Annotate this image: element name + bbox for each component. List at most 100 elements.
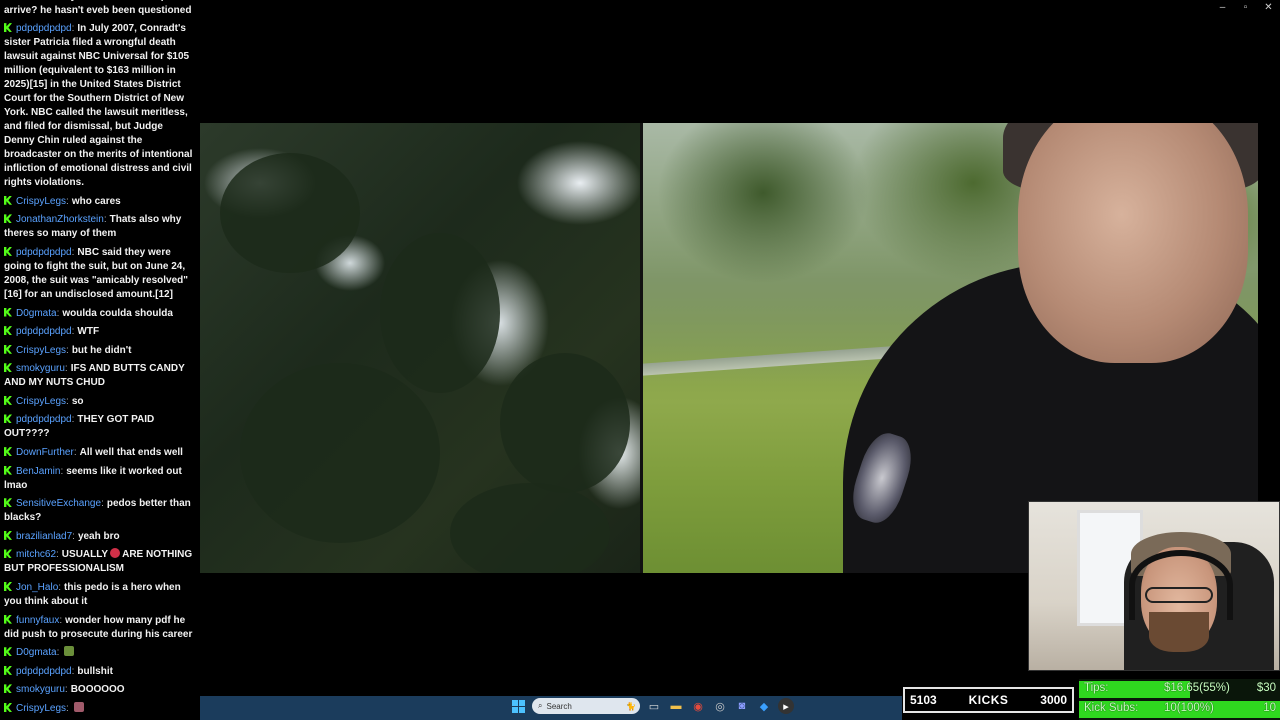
kick-badge-icon <box>4 665 12 675</box>
chat-text: WTF <box>77 326 100 338</box>
chat-text: All well that ends well <box>79 447 183 459</box>
minimize-button[interactable]: – <box>1211 0 1234 16</box>
kick-badge-icon <box>4 465 12 475</box>
video-left-foliage <box>200 123 640 573</box>
foliage-shape <box>450 483 610 573</box>
kick-badge-icon <box>4 614 12 624</box>
kick-badge-icon <box>4 684 12 694</box>
taskbar-center: ⌕ Search 🐈 ▭ ▬ ◉ ◎ ◙ ◆ ▸ <box>510 698 794 714</box>
foliage-shape <box>380 233 500 393</box>
chat-separator: : <box>64 363 68 375</box>
chat-username[interactable]: smokyguru <box>16 363 65 374</box>
media-player-icon[interactable]: ▸ <box>778 698 794 714</box>
chat-separator: : <box>64 684 68 696</box>
subs-value: 10(100%) <box>1164 702 1214 714</box>
chat-message: smokyguru: BOOOOOO <box>4 683 196 697</box>
chat-username[interactable]: pdpdpdpdpd <box>16 23 72 34</box>
kick-badge-icon <box>4 246 12 256</box>
chat-message: he immediately do this when the police a… <box>4 0 196 18</box>
foliage-shape <box>240 363 440 543</box>
kick-badge-icon <box>4 498 12 508</box>
search-placeholder: Search <box>546 701 572 711</box>
headset-icon <box>1129 550 1233 620</box>
chat-message: D0gmata: woulda coulda shoulda <box>4 307 196 321</box>
chat-username[interactable]: pdpdpdpdpd <box>16 326 72 337</box>
folder-icon[interactable]: ▬ <box>668 698 684 714</box>
chat-separator: : <box>73 447 77 459</box>
chat-username[interactable]: Jon_Halo <box>16 582 58 593</box>
kick-badge-icon <box>4 195 12 205</box>
kick-badge-icon <box>4 344 12 354</box>
chat-separator: : <box>66 703 69 714</box>
discord-icon[interactable]: ◙ <box>734 698 750 714</box>
kick-badge-icon <box>4 549 12 559</box>
chat-message: CrispyLegs: who cares <box>4 195 196 209</box>
taskbar-search[interactable]: ⌕ Search 🐈 <box>532 698 640 714</box>
chat-username[interactable]: pdpdpdpdpd <box>16 666 72 677</box>
taskbar: ⌕ Search 🐈 ▭ ▬ ◉ ◎ ◙ ◆ ▸ <box>200 696 902 720</box>
chat-username[interactable]: SensitiveExchange <box>16 498 101 509</box>
chat-username[interactable]: JonathanZhorkstein <box>16 214 104 225</box>
windows-start-icon[interactable] <box>510 698 526 714</box>
chat-username[interactable]: CrispyLegs <box>16 345 66 356</box>
chat-text: woulda coulda shoulda <box>62 307 173 319</box>
browser-icon[interactable]: ◆ <box>756 698 772 714</box>
chat-separator: : <box>56 307 60 319</box>
chat-separator: : <box>56 549 59 561</box>
chat-message: pdpdpdpdpd: bullshit <box>4 665 196 679</box>
kick-badge-icon <box>4 647 12 657</box>
chat-separator: : <box>103 214 107 226</box>
chat-message: pdpdpdpdpd: In July 2007, Conradt's siste… <box>4 22 196 190</box>
chat-username[interactable]: CrispyLegs <box>16 196 66 207</box>
file-explorer-icon[interactable]: ▭ <box>646 698 662 714</box>
chat-username[interactable]: DownFurther <box>16 447 74 458</box>
chat-separator: : <box>71 326 75 338</box>
kick-badge-icon <box>4 395 12 405</box>
chat-message: smokyguru: IFS AND BUTTS CANDY AND MY NUT… <box>4 362 196 390</box>
chat-separator: : <box>71 414 75 426</box>
chat-username[interactable]: pdpdpdpdpd <box>16 414 72 425</box>
chat-text: but he didn't <box>71 344 132 356</box>
chat-message: D0gmata: <box>4 646 196 660</box>
obs-icon[interactable]: ◎ <box>712 698 728 714</box>
chat-username[interactable]: CrispyLegs <box>16 703 66 714</box>
tips-row: Tips: $16.65(55%) $30 <box>1079 679 1280 699</box>
chat-username[interactable]: CrispyLegs <box>16 396 66 407</box>
chat-overlay[interactable]: he immediately do this when the police a… <box>0 0 200 720</box>
maximize-button[interactable]: ▫ <box>1234 0 1257 16</box>
chat-message: SensitiveExchange: pedos better than blac… <box>4 497 196 525</box>
kick-badge-icon <box>4 447 12 457</box>
chat-username[interactable]: brazilianlad7 <box>16 531 72 542</box>
chat-username[interactable]: mitchc62 <box>16 549 56 560</box>
chat-separator: : <box>101 498 104 510</box>
streamer-webcam <box>1028 501 1280 671</box>
tips-goal: $30 <box>1256 682 1276 694</box>
tips-value: $16.65(55%) <box>1164 682 1230 694</box>
chat-username[interactable]: pdpdpdpdpd <box>16 247 72 258</box>
chat-username[interactable]: funnyfaux <box>16 615 59 626</box>
chat-message: CrispyLegs: so <box>4 395 196 409</box>
chat-message: mitchc62: USUALLY ARE NOTHING BUT PROFESSI… <box>4 548 196 576</box>
chat-message: DownFurther: All well that ends well <box>4 446 196 460</box>
chat-username[interactable]: D0gmata <box>16 647 57 658</box>
chat-username[interactable]: D0gmata <box>16 308 57 319</box>
chat-separator: : <box>58 582 62 594</box>
close-button[interactable]: ✕ <box>1257 0 1280 16</box>
chat-message: pdpdpdpdpd: NBC said they were going to f… <box>4 246 196 302</box>
chat-username[interactable]: smokyguru <box>16 684 65 695</box>
chat-username[interactable]: BenJamin <box>16 466 60 477</box>
subs-label: Kick Subs: <box>1084 702 1139 714</box>
kick-badge-icon <box>4 307 12 317</box>
search-icon: ⌕ <box>538 701 543 710</box>
kick-badge-icon <box>4 23 12 33</box>
window-controls: – ▫ ✕ <box>1211 0 1280 16</box>
chat-message: pdpdpdpdpd: WTF <box>4 325 196 339</box>
kicks-current: 5103 <box>910 693 937 707</box>
chat-text: bullshit <box>77 665 113 677</box>
chat-separator: : <box>56 647 60 659</box>
chat-separator: : <box>72 530 75 542</box>
chat-message: JonathanZhorkstein: Thats also why theres… <box>4 213 196 241</box>
chrome-icon[interactable]: ◉ <box>690 698 706 714</box>
chat-text: BOOOOOO <box>70 684 125 696</box>
kick-badge-icon <box>4 326 12 336</box>
